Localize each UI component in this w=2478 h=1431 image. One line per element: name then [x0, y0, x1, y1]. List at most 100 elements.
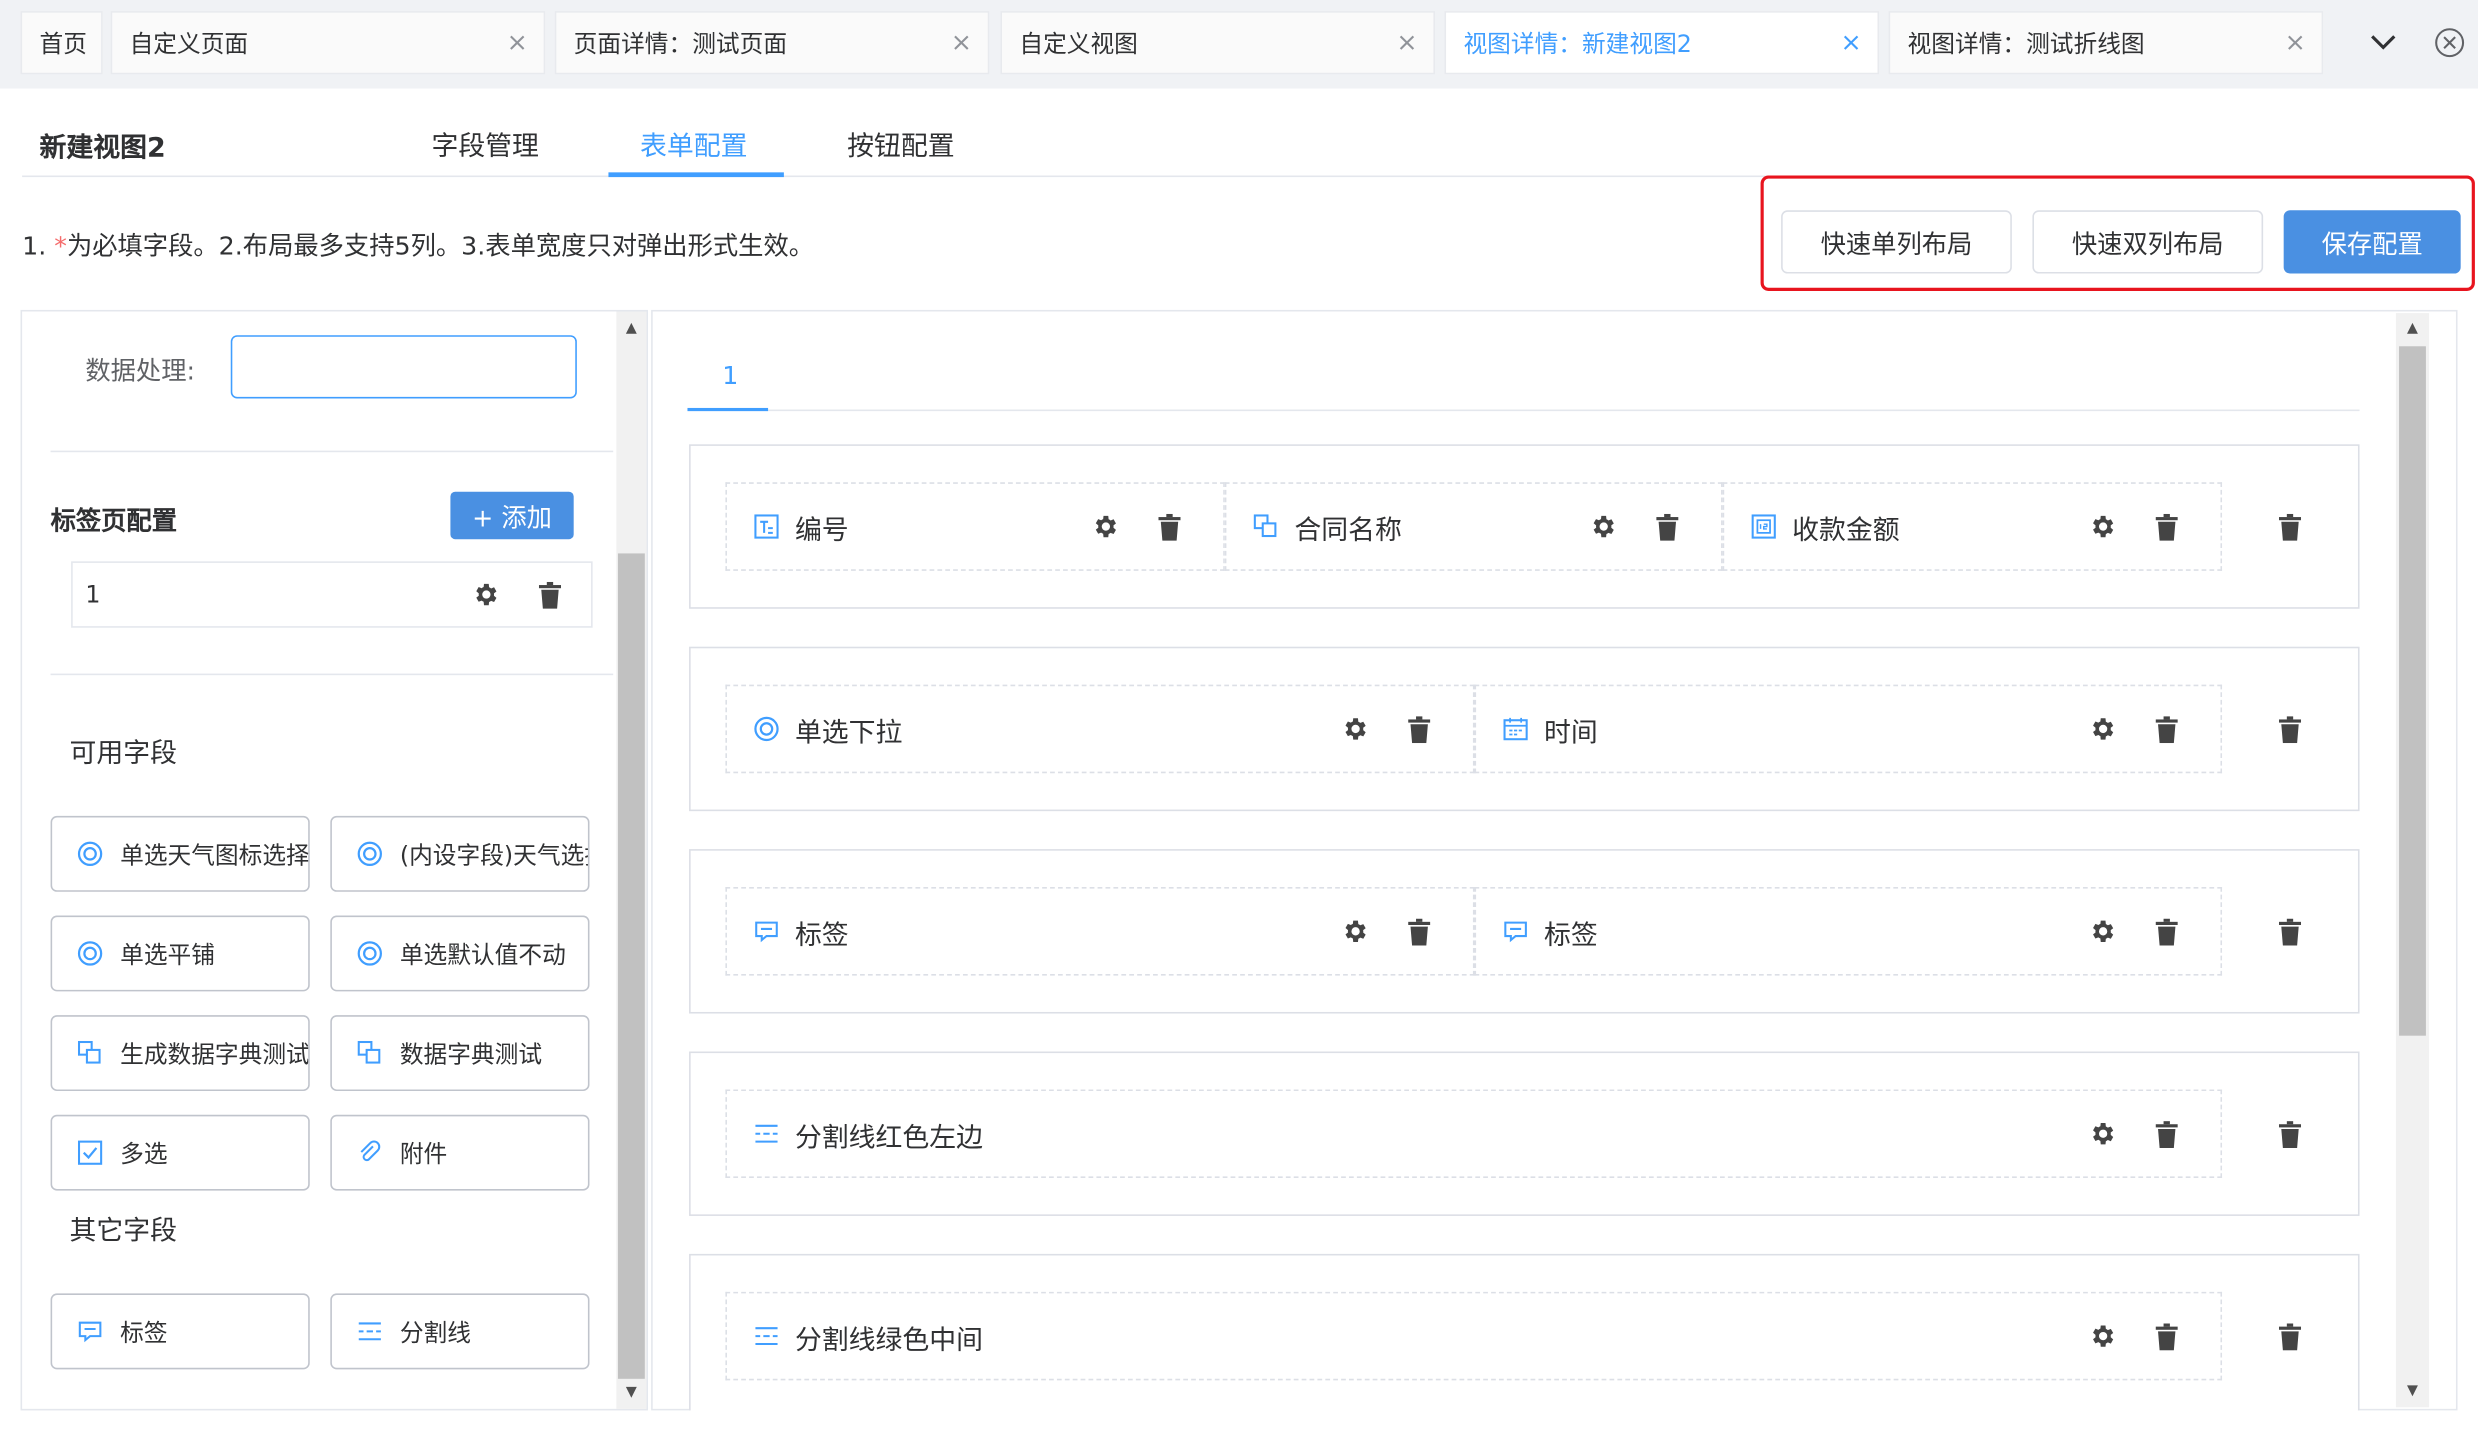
dictionary-icon — [356, 1039, 384, 1067]
right-scroll-thumb[interactable] — [2399, 346, 2426, 1036]
delete-row-icon[interactable] — [2274, 713, 2306, 745]
label-icon — [1501, 917, 1529, 945]
tab-label: 页面详情：测试页面 — [573, 29, 788, 58]
scroll-down-arrow[interactable]: ▼ — [616, 1380, 646, 1405]
form-cell[interactable]: 合同名称 — [1224, 482, 1723, 571]
tab-bar: 首页 自定义页面 × 页面详情：测试页面 × 自定义视图 × 视图详情：新建视图2 × … — [0, 0, 2478, 89]
tab-config-name: 1 — [85, 580, 101, 609]
available-field[interactable]: (内设字段)天气选择 — [330, 815, 590, 892]
tab-label: 视图详情：测试折线图 — [1907, 29, 2145, 58]
close-icon[interactable]: × — [1396, 28, 1417, 56]
text-icon — [752, 512, 780, 540]
delete-row-icon[interactable] — [2274, 511, 2306, 543]
divider-icon — [752, 1322, 780, 1350]
tab-form-config[interactable]: 表单配置 — [640, 123, 747, 163]
tab-field-management[interactable]: 字段管理 — [431, 123, 538, 163]
available-field[interactable]: 生成数据字典测试 — [50, 1015, 310, 1092]
trash-icon[interactable] — [1154, 511, 1186, 543]
available-field[interactable]: 单选天气图标选择 — [50, 815, 310, 892]
trash-icon[interactable] — [2151, 916, 2183, 948]
close-icon[interactable]: × — [1841, 28, 1862, 56]
gear-icon[interactable] — [2086, 1118, 2118, 1150]
gear-icon[interactable] — [1339, 916, 1371, 948]
other-field[interactable]: 标签 — [50, 1293, 310, 1370]
gear-icon[interactable] — [1339, 713, 1371, 745]
dictionary-icon — [1252, 512, 1280, 540]
scroll-up-arrow[interactable]: ▲ — [616, 316, 646, 341]
chevron-down-icon[interactable] — [2352, 11, 2415, 74]
active-tab-indicator — [608, 172, 784, 178]
available-field[interactable]: 多选 — [50, 1114, 310, 1191]
tab-view-detail-line[interactable]: 视图详情：测试折线图 × — [1888, 11, 2324, 75]
form-cell[interactable]: 分割线红色左边 — [725, 1089, 2223, 1178]
tab-label: 自定义视图 — [1019, 29, 1138, 58]
scroll-down-arrow[interactable]: ▼ — [2397, 1379, 2427, 1404]
available-field[interactable]: 数据字典测试 — [330, 1015, 590, 1092]
gear-icon[interactable] — [469, 579, 501, 611]
form-tab-indicator — [687, 407, 769, 412]
label-icon — [76, 1317, 104, 1345]
delete-row-icon[interactable] — [2274, 1320, 2306, 1352]
available-field[interactable]: 单选平铺 — [50, 915, 310, 992]
tab-label: 视图详情：新建视图2 — [1463, 29, 1692, 58]
divider-icon — [752, 1119, 780, 1147]
trash-icon[interactable] — [2151, 1320, 2183, 1352]
trash-icon[interactable] — [1403, 916, 1435, 948]
page-title: 新建视图2 — [39, 132, 166, 165]
divider — [50, 673, 614, 676]
tab-view-detail-new[interactable]: 视图详情：新建视图2 × — [1444, 11, 1880, 75]
gear-icon[interactable] — [2086, 916, 2118, 948]
bottom-mask — [651, 1410, 2478, 1431]
form-cell[interactable]: 分割线绿色中间 — [725, 1291, 2223, 1381]
radio-icon — [752, 715, 780, 743]
gear-icon[interactable] — [1089, 511, 1121, 543]
available-field[interactable]: 附件 — [330, 1114, 590, 1191]
other-field[interactable]: 分割线 — [330, 1293, 590, 1370]
tab-button-config[interactable]: 按钮配置 — [847, 123, 954, 163]
radio-icon — [76, 840, 104, 868]
left-scroll-thumb[interactable] — [617, 553, 645, 1379]
calendar-icon — [1501, 715, 1529, 743]
trash-icon[interactable] — [1652, 511, 1684, 543]
trash-icon[interactable] — [2151, 1118, 2183, 1150]
required-mark: * — [54, 230, 67, 261]
gear-icon[interactable] — [2086, 511, 2118, 543]
tab-custom-view[interactable]: 自定义视图 × — [1000, 11, 1436, 75]
divider-icon — [356, 1317, 384, 1345]
highlight-box — [1760, 175, 2475, 291]
available-field[interactable]: 单选默认值不动 — [330, 915, 590, 992]
tab-label: 首页 — [39, 29, 87, 58]
label-icon — [752, 917, 780, 945]
tab-home[interactable]: 首页 — [20, 11, 103, 75]
trash-icon[interactable] — [1403, 713, 1435, 745]
data-process-input[interactable] — [230, 335, 577, 399]
gear-icon[interactable] — [1587, 511, 1619, 543]
tab-page-detail[interactable]: 页面详情：测试页面 × — [554, 11, 990, 75]
delete-row-icon[interactable] — [2274, 1118, 2306, 1150]
close-icon[interactable]: × — [951, 28, 972, 56]
trash-icon[interactable] — [534, 579, 566, 611]
other-fields-title: 其它字段 — [69, 1215, 178, 1248]
radio-icon — [76, 939, 104, 967]
tab-config-item: 1 — [71, 561, 593, 628]
form-tip: 1. *为必填字段。2.布局最多支持5列。3.表单宽度只对弹出形式生效。 — [22, 230, 815, 261]
tab-custom-page[interactable]: 自定义页面 × — [110, 11, 546, 75]
gear-icon[interactable] — [2086, 713, 2118, 745]
delete-row-icon[interactable] — [2274, 916, 2306, 948]
checkbox-icon — [76, 1138, 104, 1166]
trash-icon[interactable] — [2151, 511, 2183, 543]
available-fields-title: 可用字段 — [69, 738, 178, 771]
add-tab-button[interactable]: + 添加 — [450, 491, 574, 540]
gear-icon[interactable] — [2086, 1320, 2118, 1352]
scroll-up-arrow[interactable]: ▲ — [2397, 316, 2427, 341]
form-tab-1[interactable]: 1 — [722, 361, 738, 391]
close-icon[interactable]: × — [2285, 28, 2306, 56]
dictionary-icon — [76, 1039, 104, 1067]
close-all-icon[interactable] — [2418, 11, 2478, 74]
close-icon[interactable]: × — [507, 28, 528, 56]
form-cell[interactable]: 收款金额 — [1722, 482, 2223, 571]
trash-icon[interactable] — [2151, 713, 2183, 745]
form-tab-baseline — [687, 409, 2360, 412]
form-cell[interactable]: 编号 — [725, 482, 1225, 571]
data-process-label: 数据处理: — [85, 355, 196, 386]
